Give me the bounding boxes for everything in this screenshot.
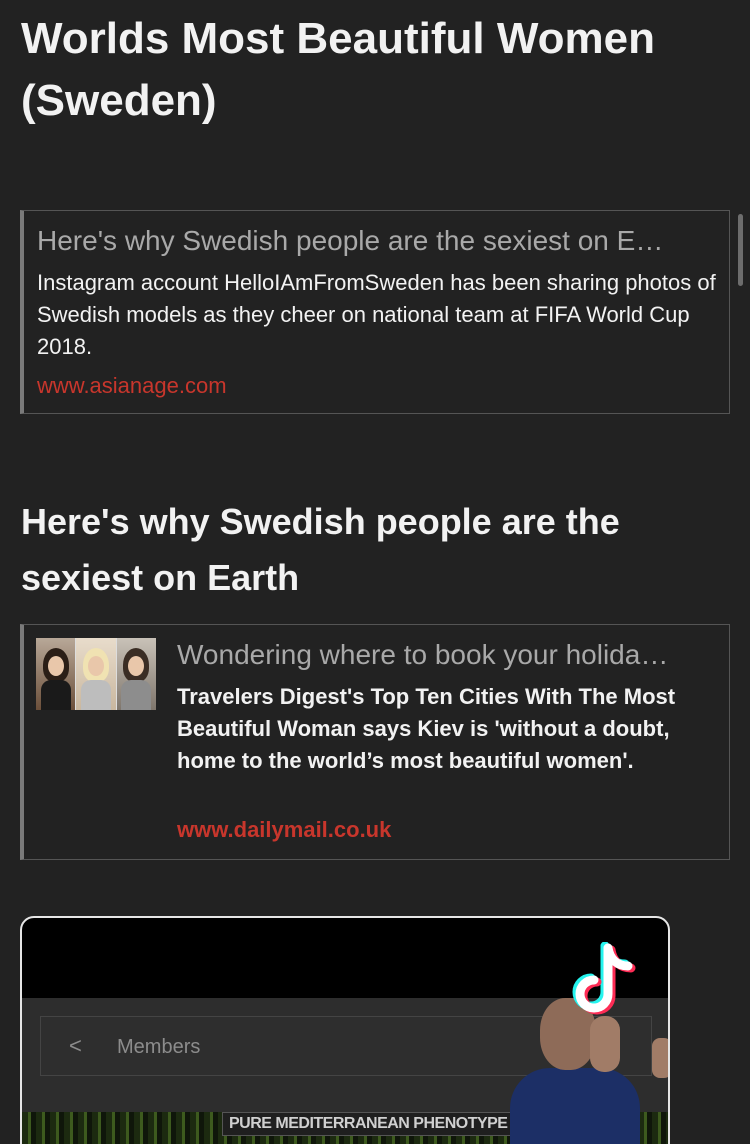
video-caption: PURE MEDITERRANEAN PHENOTYPE (222, 1112, 515, 1136)
card-title[interactable]: Wondering where to book your holida… (177, 638, 712, 672)
link-preview-card-dailymail[interactable]: Wondering where to book your holida… Tra… (20, 624, 730, 860)
members-label: Members (117, 1036, 201, 1058)
scrollbar-thumb[interactable] (738, 214, 743, 286)
card-source-link[interactable]: www.dailymail.co.uk (177, 815, 391, 845)
photo-collage-thumbnail[interactable] (36, 638, 156, 710)
thumbnail-photo-2 (76, 638, 116, 710)
page-title: Worlds Most Beautiful Women (Sweden) (21, 14, 655, 125)
section-heading: Here's why Swedish people are the sexies… (21, 501, 620, 598)
article-page: Worlds Most Beautiful Women (Sweden) Her… (0, 0, 750, 1144)
thumbnail-photo-1 (36, 638, 76, 710)
back-chevron-icon: < (69, 1033, 82, 1058)
tiktok-logo-icon (572, 942, 636, 1015)
card-description: Instagram account HelloIAmFromSweden has… (37, 270, 716, 359)
video-hand (652, 1038, 668, 1078)
card-description: Travelers Digest's Top Ten Cities With T… (177, 684, 676, 773)
thumbnail-photo-3 (116, 638, 156, 710)
link-preview-card-asianage[interactable]: Here's why Swedish people are the sexies… (20, 210, 730, 414)
card-source-link[interactable]: www.asianage.com (37, 371, 227, 401)
embedded-video[interactable]: < Members PURE MEDITERRANEAN PHENOTYPE (20, 916, 670, 1144)
card-title[interactable]: Here's why Swedish people are the sexies… (37, 224, 712, 258)
